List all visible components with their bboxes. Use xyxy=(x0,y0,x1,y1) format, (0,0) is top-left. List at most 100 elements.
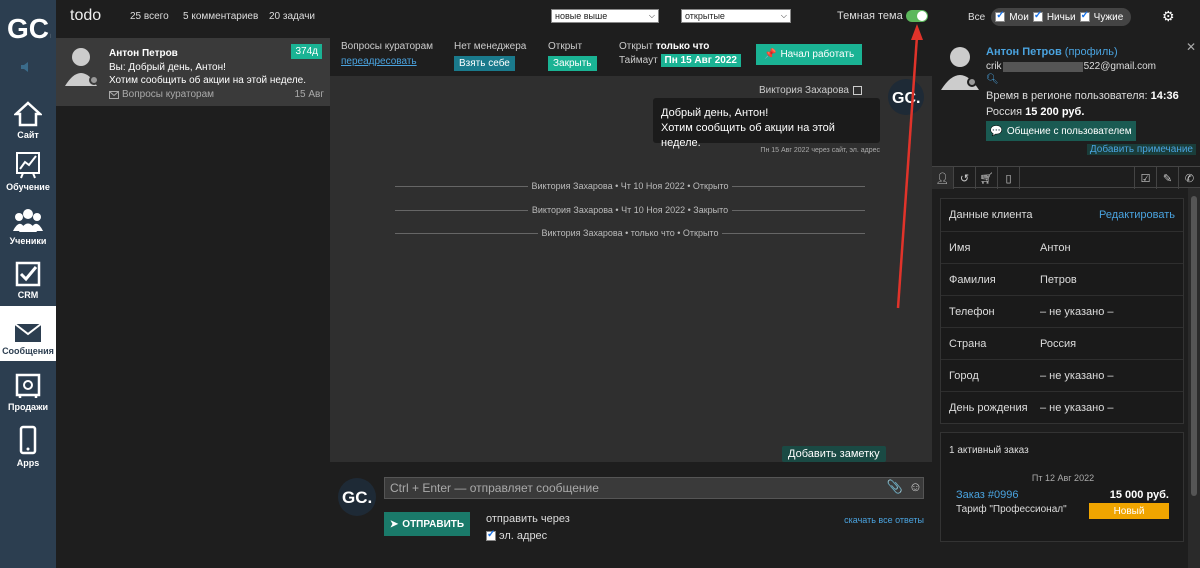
system-event: Виктория Захарова • только что • Открыто xyxy=(395,227,865,239)
cart-icon[interactable]: 🛒︎ xyxy=(976,167,998,189)
timeout-label: Таймаут xyxy=(619,55,658,66)
order-tariff: Тариф "Профессионал" xyxy=(956,504,1067,515)
svg-text:GC.: GC. xyxy=(342,488,372,507)
message-input[interactable]: Ctrl + Enter — отправляет сообщение xyxy=(384,477,924,499)
page-title: todo xyxy=(70,7,102,24)
close-button[interactable]: Закрыть xyxy=(548,56,597,71)
paper-plane-icon: ➤ xyxy=(389,518,399,530)
paperclip-icon[interactable]: 📎 xyxy=(887,479,903,495)
users-icon xyxy=(13,209,43,232)
sort-select-value: новые выше xyxy=(555,11,608,21)
checkbox-icon xyxy=(15,261,41,287)
timeout-date[interactable]: Пн 15 Авг 2022 xyxy=(660,54,741,67)
filter-mine-checkbox[interactable] xyxy=(995,10,1006,22)
gear-icon[interactable]: ⚙ xyxy=(1162,8,1175,25)
filter-others-checkbox[interactable] xyxy=(1079,10,1090,22)
mobile-icon[interactable]: ▯ xyxy=(998,167,1020,189)
nav-learning[interactable]: Обучение xyxy=(0,142,56,197)
sort-select[interactable]: новые выше ⌵ xyxy=(551,9,659,23)
message-meta: Пн 15 Авг 2022 через сайт, эл. адрес xyxy=(760,147,880,154)
comments-count[interactable]: 5 комментариев xyxy=(183,11,258,22)
email-option-label: эл. адрес xyxy=(499,530,548,542)
table-row: Город – не указано – xyxy=(941,359,1183,391)
scrollbar[interactable] xyxy=(1188,188,1200,568)
dark-theme-toggle[interactable] xyxy=(906,10,928,22)
filter-mine-label: Мои xyxy=(1009,11,1029,23)
open-since-prefix: Открыт xyxy=(619,41,654,52)
composer-icons: 📎 ☺ xyxy=(887,479,922,495)
search-icon[interactable]: 🔍︎ xyxy=(986,74,999,85)
top-bar: todo 25 всего 5 комментариев 20 задачи н… xyxy=(56,0,1200,34)
nav-apps[interactable]: Apps xyxy=(0,418,56,473)
filter-box: Мои Ничьи Чужие xyxy=(991,8,1132,26)
nav-sales[interactable]: Продажи xyxy=(0,362,56,417)
pencil-icon[interactable]: ✎ xyxy=(1156,167,1178,189)
nav-crm[interactable]: CRM xyxy=(0,250,56,305)
edit-link[interactable]: Редактировать xyxy=(1099,209,1175,221)
gc-logo[interactable]: GC. xyxy=(4,8,52,48)
orders-header: 1 активный заказ xyxy=(949,445,1029,456)
table-row: Страна Россия xyxy=(941,327,1183,359)
profile-tabs: 👤︎ ↺ 🛒︎ ▯ ☑ ✎ ✆ xyxy=(932,166,1200,189)
nav-messages[interactable]: Сообщения xyxy=(0,306,56,361)
order-status-badge: Новый xyxy=(1089,503,1169,519)
emoji-icon[interactable]: ☺ xyxy=(909,479,922,495)
conversation-preview-line1: Вы: Добрый день, Антон! xyxy=(109,62,226,73)
age-badge: 374д xyxy=(291,44,322,59)
open-col: Открыт Закрыть xyxy=(548,41,597,71)
svg-text:GC.: GC. xyxy=(892,90,920,106)
message-line1: Добрый день, Антон! xyxy=(661,107,769,119)
composer: GC. Ctrl + Enter — отправляет сообщение … xyxy=(330,462,932,568)
nav-label: Сообщения xyxy=(2,346,54,356)
external-link-icon[interactable] xyxy=(853,86,862,95)
checklist-icon[interactable]: ☑ xyxy=(1134,167,1156,189)
pin-icon: 📌 xyxy=(764,49,777,60)
scrollbar-thumb[interactable] xyxy=(1191,196,1197,496)
history-icon[interactable]: ↺ xyxy=(954,167,976,189)
add-annotation-link[interactable]: Добавить примечание xyxy=(1086,144,1196,155)
owner-filters: Все Мои Ничьи Чужие xyxy=(968,8,1132,26)
sender-avatar: GC. xyxy=(888,79,924,115)
tasks-count[interactable]: 20 задачи xyxy=(269,11,315,22)
system-event: Виктория Захарова • Чт 10 Ноя 2022 • Зак… xyxy=(395,204,865,216)
nav-label: Сайт xyxy=(17,130,39,140)
profile-link[interactable]: (профиль) xyxy=(1065,46,1118,58)
topic-label: Вопросы кураторам xyxy=(341,41,434,52)
total-count[interactable]: 25 всего xyxy=(130,11,169,22)
send-via-label: отправить через xyxy=(486,513,570,525)
send-button[interactable]: ➤ ОТПРАВИТЬ xyxy=(384,512,470,536)
start-work-button[interactable]: 📌 Начал работать xyxy=(756,44,863,65)
manager-col: Нет менеджера Взять себе xyxy=(454,41,526,71)
status-select[interactable]: открытые ⌵ xyxy=(681,9,791,23)
volume-icon[interactable] xyxy=(18,60,38,74)
close-icon[interactable]: ✕ xyxy=(1186,40,1196,54)
user-time: Время в регионе пользователя: 14:36 xyxy=(986,90,1179,102)
redirect-link[interactable]: переадресовать xyxy=(341,56,417,67)
filter-all[interactable]: Все xyxy=(968,12,985,23)
table-row: Фамилия Петров xyxy=(941,263,1183,295)
download-all-link[interactable]: скачать все ответы xyxy=(844,515,924,525)
nav-site[interactable]: Сайт xyxy=(0,90,56,145)
message-author-name: Виктория Захарова xyxy=(758,85,849,96)
email-checkbox[interactable] xyxy=(486,529,496,541)
status-dot xyxy=(89,75,99,85)
dark-theme-label: Темная тема xyxy=(837,10,903,22)
add-note-button[interactable]: Добавить заметку xyxy=(782,446,886,462)
table-row: Имя Антон xyxy=(941,231,1183,263)
nav-students[interactable]: Ученики xyxy=(0,196,56,251)
filter-others-label: Чужие xyxy=(1093,11,1124,23)
table-row: День рождения – не указано – xyxy=(941,391,1183,423)
take-button[interactable]: Взять себе xyxy=(454,56,515,71)
order-link[interactable]: Заказ #0996 xyxy=(956,489,1019,501)
user-icon[interactable]: 👤︎ xyxy=(932,167,954,189)
list-item[interactable]: Антон Петров Вы: Добрый день, Антон! Хот… xyxy=(56,38,330,106)
system-event: Виктория Захарова • Чт 10 Ноя 2022 • Отк… xyxy=(395,180,865,192)
chat-header: Вопросы кураторам переадресовать Нет мен… xyxy=(330,34,932,76)
send-label: ОТПРАВИТЬ xyxy=(402,518,465,530)
filter-nobody-checkbox[interactable] xyxy=(1032,10,1043,22)
chat-with-user-button[interactable]: 💬 Общение с пользователем xyxy=(986,121,1136,141)
timeout-col: Открыт только что Таймаут Пн 15 Авг 2022 xyxy=(619,41,741,67)
chart-icon xyxy=(16,152,40,179)
phone-icon[interactable]: ✆ xyxy=(1178,167,1200,189)
profile-name[interactable]: Антон Петров (профиль) xyxy=(986,46,1118,58)
